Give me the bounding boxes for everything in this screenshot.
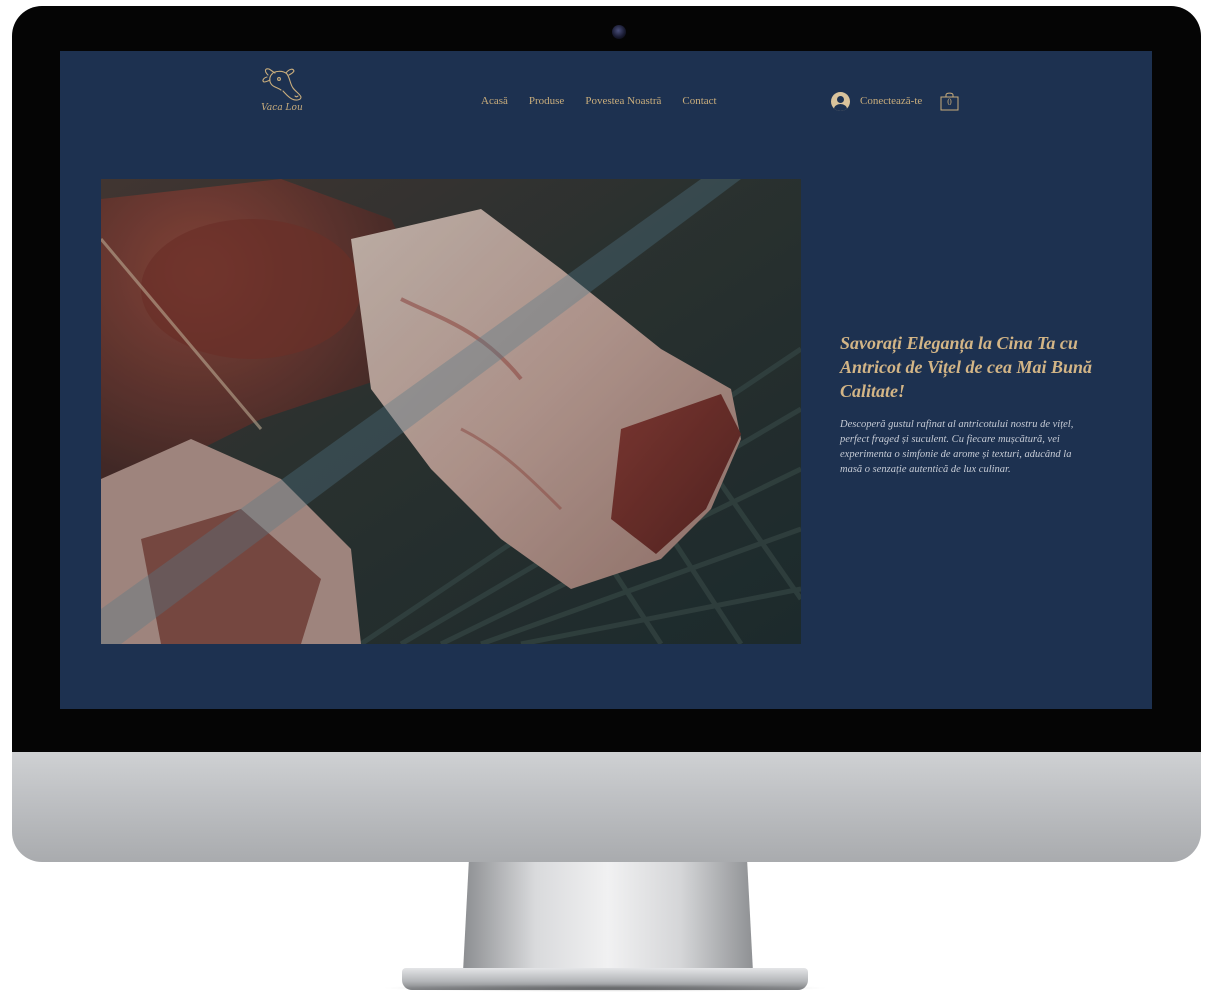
nav-item-acasa[interactable]: Acasă (481, 95, 508, 111)
nav-item-contact[interactable]: Contact (682, 95, 716, 111)
cart-button[interactable]: 0 (940, 91, 959, 111)
hero-title: Savorați Eleganța la Cina Ta cu Antricot… (840, 333, 1093, 401)
cart-count: 0 (947, 97, 952, 107)
stand-shadow (380, 984, 830, 992)
login-button[interactable]: Conectează-te (831, 91, 922, 111)
nav-item-produse[interactable]: Produse (529, 95, 564, 111)
nav-item-povestea-noastra[interactable]: Povestea Noastră (585, 95, 661, 111)
hero-photo-illustration (101, 179, 801, 644)
main-nav: Acasă Produse Povestea Noastră Contact (481, 95, 717, 111)
user-avatar-icon (831, 91, 850, 111)
webcam-icon (612, 25, 626, 39)
cow-head-logo-icon (262, 68, 302, 101)
hero-description: Descoperă gustul rafinat al antricotului… (840, 419, 1074, 475)
site-logo[interactable]: Vaca Lou (256, 65, 308, 123)
monitor-chin (12, 752, 1201, 862)
monitor-stand (463, 862, 753, 972)
website-screen: Vaca Lou Acasă Produse Povestea Noastră … (60, 51, 1152, 709)
hero-image-beef (101, 179, 801, 644)
logo-text: Vaca Lou (261, 103, 303, 113)
login-label: Conectează-te (860, 95, 923, 107)
